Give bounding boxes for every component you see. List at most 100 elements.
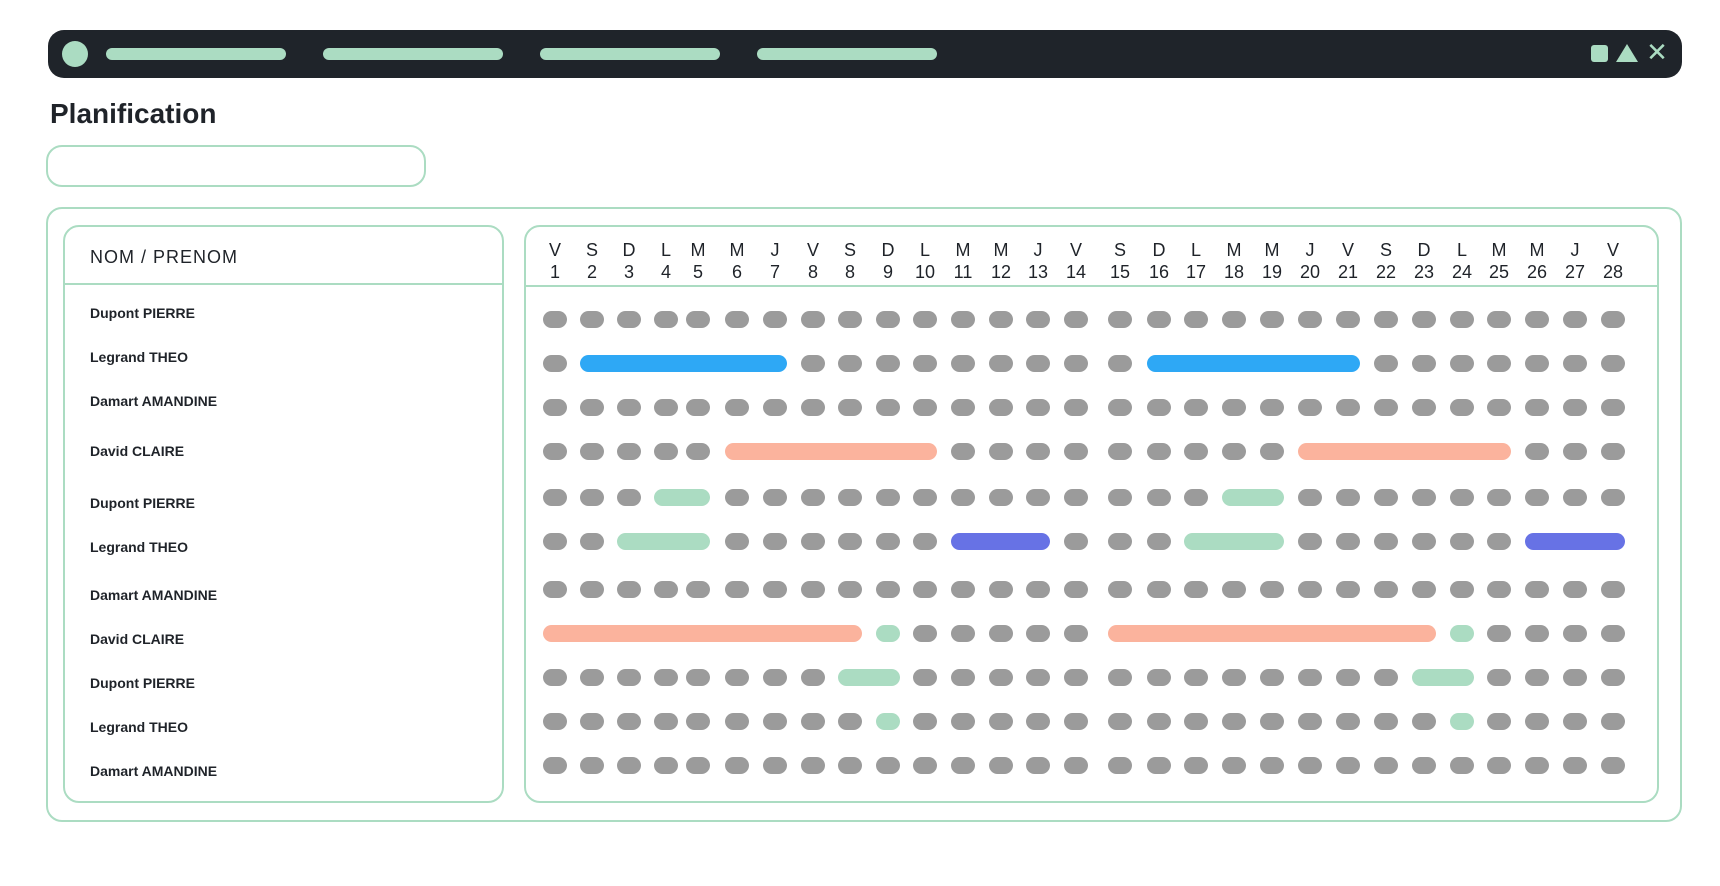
- empty-slot[interactable]: [1184, 668, 1208, 686]
- empty-slot[interactable]: [1298, 712, 1322, 730]
- empty-slot[interactable]: [543, 756, 567, 774]
- empty-slot[interactable]: [1064, 532, 1088, 550]
- empty-slot[interactable]: [543, 442, 567, 460]
- shift-bar-green[interactable]: [617, 532, 710, 550]
- empty-slot[interactable]: [1260, 310, 1284, 328]
- shift-bar-green[interactable]: [1450, 624, 1474, 642]
- empty-slot[interactable]: [951, 354, 975, 372]
- shift-bar-green[interactable]: [838, 668, 900, 686]
- empty-slot[interactable]: [1374, 488, 1398, 506]
- empty-slot[interactable]: [1026, 580, 1050, 598]
- empty-slot[interactable]: [1298, 398, 1322, 416]
- empty-slot[interactable]: [543, 532, 567, 550]
- employee-name[interactable]: Legrand THEO: [90, 349, 188, 365]
- empty-slot[interactable]: [1601, 756, 1625, 774]
- close-icon[interactable]: ✕: [1646, 40, 1668, 66]
- empty-slot[interactable]: [1563, 668, 1587, 686]
- empty-slot[interactable]: [801, 488, 825, 506]
- empty-slot[interactable]: [913, 398, 937, 416]
- empty-slot[interactable]: [1064, 668, 1088, 686]
- empty-slot[interactable]: [801, 580, 825, 598]
- empty-slot[interactable]: [543, 580, 567, 598]
- empty-slot[interactable]: [1525, 580, 1549, 598]
- empty-slot[interactable]: [1374, 712, 1398, 730]
- empty-slot[interactable]: [951, 624, 975, 642]
- empty-slot[interactable]: [1298, 580, 1322, 598]
- empty-slot[interactable]: [1108, 580, 1132, 598]
- empty-slot[interactable]: [1222, 712, 1246, 730]
- empty-slot[interactable]: [1450, 488, 1474, 506]
- empty-slot[interactable]: [1260, 712, 1284, 730]
- empty-slot[interactable]: [543, 712, 567, 730]
- empty-slot[interactable]: [1601, 712, 1625, 730]
- empty-slot[interactable]: [801, 712, 825, 730]
- empty-slot[interactable]: [1336, 398, 1360, 416]
- empty-slot[interactable]: [1487, 580, 1511, 598]
- empty-slot[interactable]: [951, 310, 975, 328]
- shift-bar-green[interactable]: [1450, 712, 1474, 730]
- shift-bar-salmon[interactable]: [1108, 624, 1436, 642]
- empty-slot[interactable]: [876, 488, 900, 506]
- empty-slot[interactable]: [725, 712, 749, 730]
- empty-slot[interactable]: [1601, 488, 1625, 506]
- empty-slot[interactable]: [989, 624, 1013, 642]
- empty-slot[interactable]: [1563, 756, 1587, 774]
- empty-slot[interactable]: [1525, 354, 1549, 372]
- empty-slot[interactable]: [1412, 712, 1436, 730]
- empty-slot[interactable]: [801, 398, 825, 416]
- empty-slot[interactable]: [1374, 668, 1398, 686]
- empty-slot[interactable]: [725, 310, 749, 328]
- empty-slot[interactable]: [951, 712, 975, 730]
- empty-slot[interactable]: [1525, 310, 1549, 328]
- empty-slot[interactable]: [989, 668, 1013, 686]
- empty-slot[interactable]: [838, 532, 862, 550]
- empty-slot[interactable]: [1222, 442, 1246, 460]
- empty-slot[interactable]: [838, 398, 862, 416]
- empty-slot[interactable]: [1487, 756, 1511, 774]
- empty-slot[interactable]: [801, 668, 825, 686]
- empty-slot[interactable]: [725, 580, 749, 598]
- empty-slot[interactable]: [801, 756, 825, 774]
- square-icon[interactable]: [1591, 44, 1608, 62]
- empty-slot[interactable]: [1260, 668, 1284, 686]
- empty-slot[interactable]: [838, 712, 862, 730]
- empty-slot[interactable]: [1064, 712, 1088, 730]
- empty-slot[interactable]: [617, 310, 641, 328]
- empty-slot[interactable]: [801, 310, 825, 328]
- empty-slot[interactable]: [913, 580, 937, 598]
- empty-slot[interactable]: [1412, 580, 1436, 598]
- search-input[interactable]: [46, 145, 426, 187]
- empty-slot[interactable]: [763, 488, 787, 506]
- empty-slot[interactable]: [1601, 398, 1625, 416]
- empty-slot[interactable]: [1601, 354, 1625, 372]
- shift-bar-indigo[interactable]: [951, 532, 1050, 550]
- employee-name[interactable]: Damart AMANDINE: [90, 393, 217, 409]
- empty-slot[interactable]: [1064, 580, 1088, 598]
- empty-slot[interactable]: [1184, 756, 1208, 774]
- empty-slot[interactable]: [1450, 580, 1474, 598]
- empty-slot[interactable]: [1563, 442, 1587, 460]
- empty-slot[interactable]: [913, 310, 937, 328]
- empty-slot[interactable]: [1064, 354, 1088, 372]
- empty-slot[interactable]: [876, 532, 900, 550]
- empty-slot[interactable]: [838, 756, 862, 774]
- empty-slot[interactable]: [1026, 668, 1050, 686]
- empty-slot[interactable]: [1260, 756, 1284, 774]
- nav-pill-2[interactable]: [323, 48, 503, 60]
- empty-slot[interactable]: [686, 756, 710, 774]
- empty-slot[interactable]: [1064, 756, 1088, 774]
- empty-slot[interactable]: [876, 310, 900, 328]
- empty-slot[interactable]: [686, 442, 710, 460]
- empty-slot[interactable]: [1298, 310, 1322, 328]
- shift-bar-salmon[interactable]: [725, 442, 937, 460]
- empty-slot[interactable]: [1336, 756, 1360, 774]
- employee-name[interactable]: Dupont PIERRE: [90, 305, 195, 321]
- employee-name[interactable]: Legrand THEO: [90, 539, 188, 555]
- empty-slot[interactable]: [1026, 310, 1050, 328]
- empty-slot[interactable]: [1026, 442, 1050, 460]
- empty-slot[interactable]: [543, 398, 567, 416]
- empty-slot[interactable]: [654, 712, 678, 730]
- empty-slot[interactable]: [1412, 354, 1436, 372]
- empty-slot[interactable]: [725, 532, 749, 550]
- empty-slot[interactable]: [876, 756, 900, 774]
